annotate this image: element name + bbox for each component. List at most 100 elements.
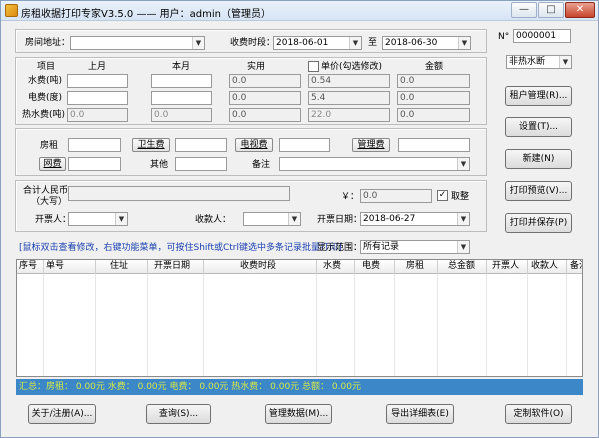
- water-price-field[interactable]: 0.54: [308, 74, 390, 88]
- other-fee-field[interactable]: [175, 157, 227, 171]
- print-preview-button[interactable]: 打印预览(V)...: [505, 181, 572, 201]
- price-edit-checkbox[interactable]: [308, 61, 319, 72]
- no-label: N°: [498, 32, 510, 42]
- water-row-label: 水费(吨): [28, 76, 63, 86]
- column-divider: [527, 274, 528, 376]
- col-period[interactable]: 收费时段: [204, 260, 317, 274]
- window-title: 房租收据打印专家V3.5.0 —— 用户：admin（管理员）: [21, 9, 271, 20]
- electric-last-field[interactable]: [67, 91, 128, 105]
- tv-fee-field[interactable]: [279, 138, 330, 152]
- chevron-down-icon: ▼: [457, 213, 469, 225]
- column-divider: [354, 274, 355, 376]
- electric-used-field: 0.0: [229, 91, 301, 105]
- column-divider: [316, 274, 317, 376]
- receipt-number-field[interactable]: 0000001: [513, 29, 571, 43]
- col-number[interactable]: 单号: [44, 260, 96, 274]
- water-last-field[interactable]: [67, 74, 128, 88]
- sanitation-fee-button[interactable]: 卫生费: [132, 138, 170, 152]
- col-issuer[interactable]: 开票人: [487, 260, 528, 274]
- payee-select[interactable]: ▼: [243, 212, 301, 226]
- close-button[interactable]: ✕: [565, 2, 595, 18]
- col-payee[interactable]: 收款人: [528, 260, 567, 274]
- manage-data-button[interactable]: 管理数据(M)...: [265, 404, 332, 424]
- hotwater-price-field: 22.0: [308, 108, 390, 122]
- records-table[interactable]: 序号 单号 住址 开票日期 收费时段 水费 电费 房租 总金额 开票人 收款人 …: [16, 259, 583, 377]
- sanitation-fee-field[interactable]: [175, 138, 227, 152]
- col-date[interactable]: 开票日期: [148, 260, 204, 274]
- col-water[interactable]: 水费: [317, 260, 355, 274]
- round-checkbox[interactable]: ✓: [437, 190, 448, 201]
- col-address[interactable]: 住址: [96, 260, 148, 274]
- meter-header-price: 单价(勾选修改): [321, 62, 383, 72]
- tenant-management-button[interactable]: 租户管理(R)...: [505, 86, 572, 106]
- date-value: 2018-06-27: [363, 214, 416, 224]
- water-used-field: 0.0: [229, 74, 301, 88]
- column-divider: [437, 274, 438, 376]
- period-to-value: 2018-06-30: [385, 38, 438, 48]
- remark-label: 备注: [252, 160, 271, 170]
- custom-software-button[interactable]: 定制软件(O): [505, 404, 572, 424]
- about-register-button[interactable]: 关于/注册(A)...: [28, 404, 96, 424]
- rent-field[interactable]: [68, 138, 121, 152]
- management-fee-button[interactable]: 管理费: [352, 138, 390, 152]
- electric-row-label: 电费(度): [28, 93, 63, 103]
- yuan-symbol-label: ￥：: [341, 192, 360, 202]
- period-to-select[interactable]: 2018-06-30 ▼: [382, 36, 471, 50]
- electric-this-field[interactable]: [151, 91, 212, 105]
- print-save-button[interactable]: 打印并保存(P): [505, 213, 572, 233]
- electric-amount-field: 0.0: [397, 91, 470, 105]
- col-remark[interactable]: 备注: [567, 260, 582, 274]
- column-divider: [43, 274, 44, 376]
- room-label: 房间地址：: [25, 38, 71, 48]
- export-detail-button[interactable]: 导出详细表(E): [386, 404, 454, 424]
- internet-fee-field[interactable]: [68, 157, 121, 171]
- maximize-button[interactable]: □: [538, 2, 564, 18]
- hotwater-last-field: 0.0: [67, 108, 128, 122]
- query-button[interactable]: 查询(S)...: [146, 404, 211, 424]
- column-divider: [147, 274, 148, 376]
- column-divider: [486, 274, 487, 376]
- col-electric[interactable]: 电费: [355, 260, 395, 274]
- chevron-down-icon: ▼: [457, 241, 469, 253]
- total-label-line2: （大写）: [31, 197, 68, 207]
- chevron-down-icon: ▼: [115, 213, 127, 225]
- meter-header-used: 实用: [247, 62, 266, 72]
- total-uppercase-field: [68, 186, 290, 201]
- new-button[interactable]: 新建(N): [505, 149, 572, 169]
- col-total[interactable]: 总金额: [438, 260, 487, 274]
- column-divider: [394, 274, 395, 376]
- range-select[interactable]: 所有记录 ▼: [360, 240, 470, 254]
- issuer-label: 开票人：: [35, 215, 72, 225]
- meter-header-this: 本月: [172, 62, 191, 72]
- hotwater-this-field: 0.0: [151, 108, 212, 122]
- internet-fee-button[interactable]: 网费: [39, 157, 66, 171]
- col-rent[interactable]: 房租: [395, 260, 438, 274]
- table-header: 序号 单号 住址 开票日期 收费时段 水费 电费 房租 总金额 开票人 收款人 …: [17, 260, 582, 274]
- remark-select[interactable]: ▼: [279, 157, 470, 171]
- minimize-button[interactable]: —: [511, 2, 537, 18]
- issuer-select[interactable]: ▼: [68, 212, 128, 226]
- col-index[interactable]: 序号: [17, 260, 44, 274]
- period-from-select[interactable]: 2018-06-01 ▼: [273, 36, 362, 50]
- water-this-field[interactable]: [151, 74, 212, 88]
- date-select[interactable]: 2018-06-27 ▼: [360, 212, 470, 226]
- app-window: 房租收据打印专家V3.5.0 —— 用户：admin（管理员） — □ ✕ 房间…: [0, 0, 599, 438]
- water-type-value: 非热水断: [509, 57, 546, 67]
- app-icon: [5, 4, 18, 17]
- chevron-down-icon: ▼: [192, 37, 204, 49]
- range-value: 所有记录: [363, 242, 400, 252]
- electric-price-field[interactable]: 5.4: [308, 91, 390, 105]
- tv-fee-button[interactable]: 电视费: [235, 138, 273, 152]
- room-address-select[interactable]: ▼: [70, 36, 205, 50]
- range-label: 显示范围：: [317, 243, 363, 253]
- column-divider: [95, 274, 96, 376]
- period-label: 收费时段：: [230, 38, 276, 48]
- to-label: 至: [368, 38, 378, 48]
- rent-label: 房租: [40, 141, 59, 151]
- chevron-down-icon: ▼: [458, 37, 470, 49]
- settings-button[interactable]: 设置(T)...: [505, 117, 572, 137]
- management-fee-field[interactable]: [398, 138, 470, 152]
- payee-label: 收款人：: [195, 215, 232, 225]
- water-type-select[interactable]: 非热水断 ▼: [506, 55, 572, 69]
- meter-header-item: 项目: [37, 62, 56, 72]
